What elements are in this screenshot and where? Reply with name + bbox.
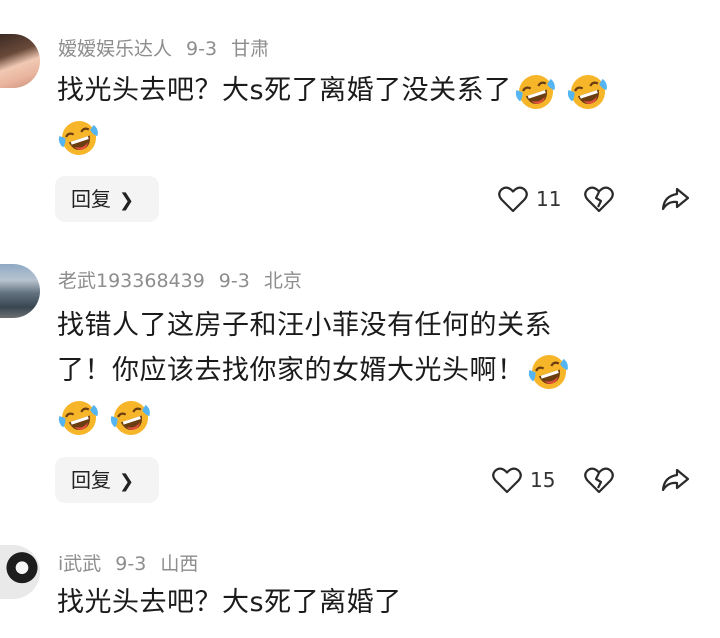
like-button[interactable]: 15 (492, 457, 555, 503)
laughing-crying-emoji (57, 398, 101, 438)
like-count: 11 (536, 187, 562, 211)
laughing-crying-emoji (109, 398, 153, 438)
avatar[interactable] (0, 264, 40, 318)
share-button[interactable] (660, 176, 690, 222)
username[interactable]: i武武 (58, 553, 101, 575)
comment-text-line: 了！你应该去找你家的女婿大光头啊！ (57, 355, 525, 386)
comment-meta: i武武 9-3 山西 (58, 549, 212, 576)
comment-text-line: 找光头去吧？大s死了离婚了没关系了 (57, 75, 512, 106)
comment-location: 山西 (160, 553, 199, 575)
dislike-button[interactable] (584, 176, 614, 222)
share-button[interactable] (660, 457, 690, 503)
broken-heart-icon (584, 186, 614, 213)
chevron-right-icon: ❯ (119, 471, 135, 492)
broken-heart-icon (584, 467, 614, 494)
share-arrow-icon (661, 468, 690, 492)
heart-outline-icon (492, 467, 522, 494)
avatar[interactable] (0, 34, 40, 88)
laughing-crying-emoji (514, 72, 558, 112)
like-count: 15 (530, 468, 556, 492)
comment-meta: 老武193368439 9-3 北京 (58, 266, 316, 293)
heart-outline-icon (498, 186, 528, 213)
reply-label: 回复 (71, 468, 111, 492)
laughing-crying-emoji (566, 72, 610, 112)
laughing-crying-emoji (57, 118, 101, 158)
avatar[interactable] (0, 545, 40, 599)
comment-text-line: 找错人了这房子和汪小菲没有任何的关系 (57, 310, 552, 341)
comment-actions: 15 (460, 457, 720, 503)
share-arrow-icon (661, 187, 690, 211)
username[interactable]: 老武193368439 (58, 270, 205, 292)
comment-text: 找光头去吧？大s死了离婚了 (57, 580, 697, 625)
comment-meta: 嫒嫒娱乐达人 9-3 甘肃 (58, 34, 283, 61)
comment-text: 找错人了这房子和汪小菲没有任何的关系 了！你应该去找你家的女婿大光头啊！ (57, 303, 697, 438)
comment-actions: 11 (460, 176, 720, 222)
comment-text-line: 找光头去吧？大s死了离婚了 (57, 587, 402, 618)
chevron-right-icon: ❯ (119, 190, 135, 211)
comment-date: 9-3 (218, 270, 250, 292)
comment-date: 9-3 (186, 38, 218, 60)
comment-text: 找光头去吧？大s死了离婚了没关系了 (57, 68, 697, 158)
comment-location: 甘肃 (231, 38, 270, 60)
comment-location: 北京 (263, 270, 302, 292)
dislike-button[interactable] (584, 457, 614, 503)
laughing-crying-emoji (527, 352, 571, 392)
reply-button[interactable]: 回复 ❯ (55, 176, 159, 222)
username[interactable]: 嫒嫒娱乐达人 (58, 38, 172, 60)
reply-label: 回复 (71, 187, 111, 211)
like-button[interactable]: 11 (498, 176, 561, 222)
comment-date: 9-3 (115, 553, 147, 575)
reply-button[interactable]: 回复 ❯ (55, 457, 159, 503)
